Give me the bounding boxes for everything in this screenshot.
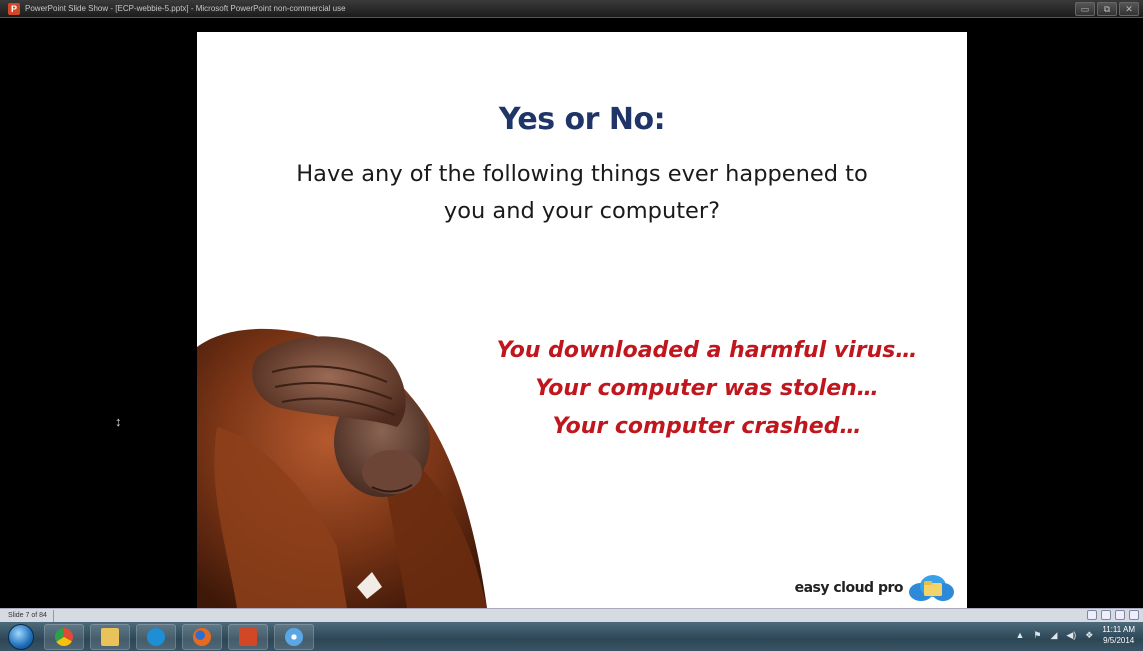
- clock[interactable]: 11:11 AM 9/5/2014: [1102, 624, 1135, 646]
- taskbar-app-firefox[interactable]: [182, 623, 222, 650]
- brand-logo: easy cloud pro: [795, 574, 955, 602]
- slideshow-view-icon[interactable]: [1129, 610, 1139, 620]
- clock-date: 9/5/2014: [1103, 636, 1135, 645]
- volume-icon[interactable]: ◀): [1066, 630, 1076, 641]
- reading-view-icon[interactable]: [1115, 610, 1125, 620]
- window-title: PowerPoint Slide Show - [ECP-webbie-5.pp…: [25, 4, 346, 13]
- clock-time: 11:11 AM: [1102, 625, 1135, 634]
- slide-title: Yes or No:: [498, 102, 666, 137]
- slide-question: Have any of the following things ever ha…: [197, 156, 967, 230]
- taskbar-app-powerpoint[interactable]: [228, 623, 268, 650]
- window-title-bar: P PowerPoint Slide Show - [ECP-webbie-5.…: [0, 0, 1143, 18]
- snowflake-app-icon: [285, 627, 303, 646]
- bullet-item: Your computer crashed…: [552, 414, 862, 439]
- dropbox-icon[interactable]: ❖: [1085, 630, 1093, 641]
- slide-sorter-icon[interactable]: [1101, 610, 1111, 620]
- action-center-flag-icon[interactable]: ⚑: [1033, 630, 1041, 641]
- bullet-list: You downloaded a harmful virus… Your com…: [427, 332, 967, 446]
- taskbar-app-snowflake[interactable]: [274, 623, 314, 650]
- resize-cursor-icon: ↕: [115, 414, 122, 429]
- taskbar-app-file-explorer[interactable]: [90, 623, 130, 650]
- network-icon[interactable]: ◢: [1050, 630, 1057, 641]
- question-line: Have any of the following things ever ha…: [296, 161, 868, 187]
- question-line: you and your computer?: [443, 198, 721, 224]
- status-tools: [1087, 610, 1139, 620]
- bullet-item: Your computer was stolen…: [535, 376, 879, 401]
- cloud-folder-icon: [909, 575, 954, 601]
- window-controls: ▭ ⧉ ✕: [1075, 2, 1139, 16]
- system-tray: ▲ ⚑ ◢ ◀) ❖ 11:11 AM 9/5/2014: [1015, 624, 1135, 646]
- chrome-icon: [55, 627, 73, 646]
- minimize-button[interactable]: ▭: [1075, 2, 1095, 16]
- powerpoint-icon: [239, 627, 257, 646]
- file-explorer-icon: [101, 627, 119, 646]
- restore-button[interactable]: ⧉: [1097, 2, 1117, 16]
- start-button[interactable]: [8, 623, 34, 650]
- normal-view-icon[interactable]: [1087, 610, 1097, 620]
- firefox-icon: [193, 627, 211, 646]
- status-bar: Slide 7 of 84: [0, 608, 1143, 622]
- taskbar: ▲ ⚑ ◢ ◀) ❖ 11:11 AM 9/5/2014: [0, 622, 1143, 651]
- bullet-item: You downloaded a harmful virus…: [496, 338, 918, 363]
- show-hidden-icons-icon[interactable]: ▲: [1015, 630, 1024, 640]
- slideshow-stage[interactable]: ↕ Yes or No: Have any of the following t…: [0, 18, 1143, 608]
- taskbar-app-chrome[interactable]: [44, 623, 84, 650]
- close-button[interactable]: ✕: [1119, 2, 1139, 16]
- slide[interactable]: Yes or No: Have any of the following thi…: [197, 32, 967, 608]
- slide-counter: Slide 7 of 84: [2, 609, 54, 622]
- taskbar-app-skype[interactable]: [136, 623, 176, 650]
- powerpoint-app-icon[interactable]: P: [8, 2, 20, 15]
- brand-name: easy cloud pro: [794, 580, 904, 596]
- skype-icon: [147, 627, 165, 646]
